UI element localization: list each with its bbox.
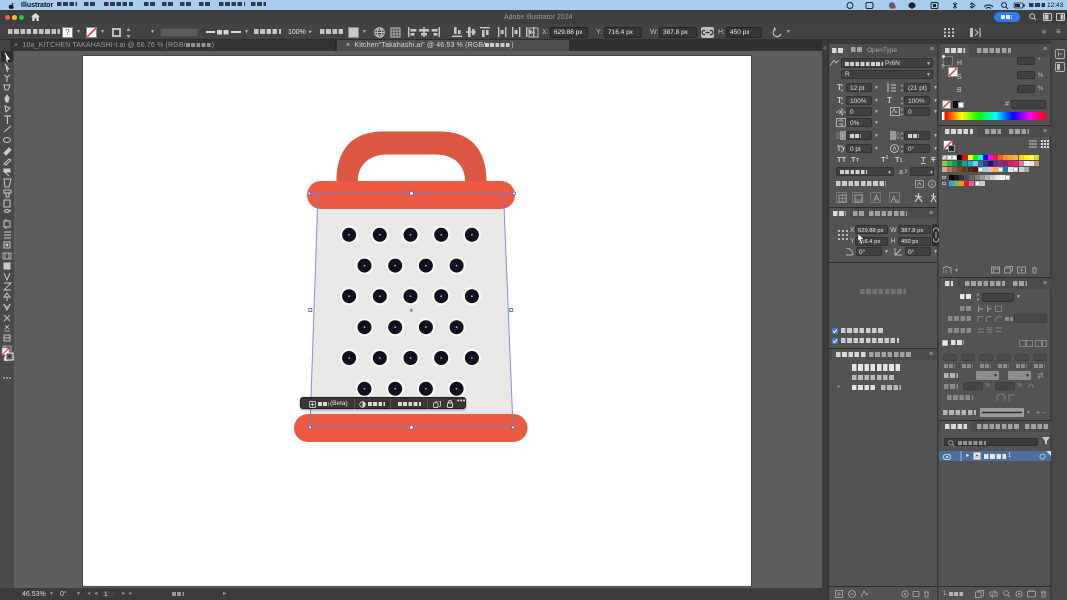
svg-text:a: a — [899, 169, 903, 176]
svg-text:a: a — [896, 198, 899, 203]
